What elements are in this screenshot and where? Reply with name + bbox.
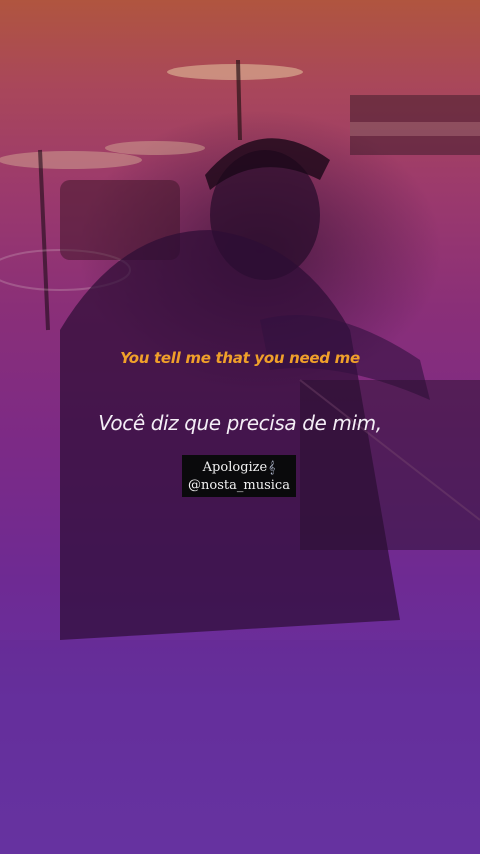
- account-handle: @nosta_musica: [188, 478, 290, 493]
- cymbal-left: [0, 151, 142, 169]
- keyboard-keys: [350, 122, 480, 136]
- cymbal-stand-left: [38, 149, 50, 331]
- music-note-icon: 𝄞: [268, 460, 276, 474]
- piano-body: [300, 380, 480, 550]
- watermark-tag: Apologize𝄞 @nosta_musica: [182, 455, 296, 497]
- lyric-translation: Você diz que precisa de mim,: [98, 411, 382, 435]
- cymbal-mid: [105, 141, 205, 155]
- cymbal-top: [167, 64, 303, 80]
- stage-floor: [0, 640, 480, 854]
- video-frame: You tell me that you need me Você diz qu…: [0, 0, 480, 854]
- song-title-line: Apologize𝄞: [182, 458, 296, 477]
- song-title: Apologize: [202, 460, 268, 475]
- lyric-original: You tell me that you need me: [120, 349, 360, 367]
- cymbal-stand-top: [236, 59, 242, 141]
